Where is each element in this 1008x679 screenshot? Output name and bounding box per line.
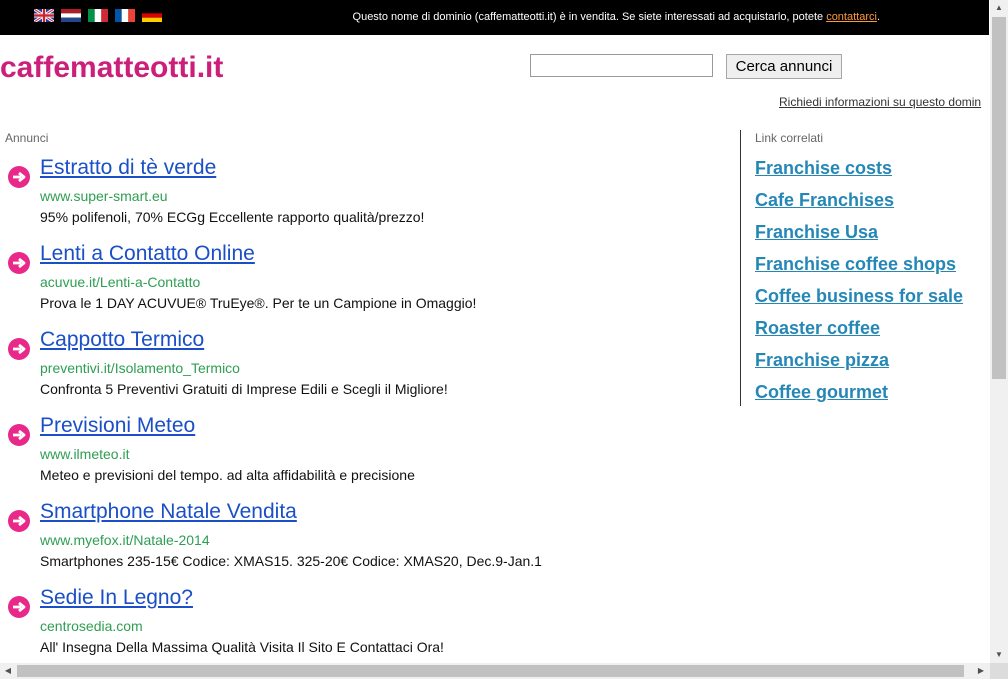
top-bar: Questo nome di dominio (caffematteotti.i…: [0, 0, 989, 35]
related-link[interactable]: Cafe Franchises: [755, 190, 963, 222]
arrow-right-icon: [8, 252, 30, 274]
ad-description: Prova le 1 DAY ACUVUE® TruEye®. Per te u…: [40, 295, 477, 311]
ad-item: Sedie In Legno? centrosedia.com All' Ins…: [0, 586, 720, 672]
scroll-up-icon[interactable]: ▲: [990, 0, 1008, 16]
horizontal-scroll-thumb[interactable]: [17, 665, 964, 677]
vertical-scrollbar[interactable]: ▲ ▼: [990, 0, 1008, 663]
ad-description: 95% polifenoli, 70% ECGg Eccellente rapp…: [40, 209, 425, 225]
column-divider: [740, 130, 741, 406]
related-link[interactable]: Coffee business for sale: [755, 286, 963, 318]
ad-item: Lenti a Contatto Online acuvue.it/Lenti-…: [0, 242, 720, 328]
netherlands-flag-icon[interactable]: [61, 9, 81, 22]
domain-sale-text-end: .: [876, 11, 880, 23]
ad-title-link[interactable]: Cappotto Termico: [40, 328, 204, 352]
ad-url[interactable]: centrosedia.com: [40, 618, 143, 634]
ad-url[interactable]: acuvue.it/Lenti-a-Contatto: [40, 274, 200, 290]
ad-item: Estratto di tè verde www.super-smart.eu …: [0, 156, 720, 242]
germany-flag-icon[interactable]: [142, 9, 162, 22]
ad-description: Meteo e previsioni del tempo. ad alta af…: [40, 467, 415, 483]
ad-item: Cappotto Termico preventivi.it/Isolament…: [0, 328, 720, 414]
arrow-right-icon: [8, 596, 30, 618]
ad-title-link[interactable]: Lenti a Contatto Online: [40, 242, 255, 266]
ad-url[interactable]: www.myefox.it/Natale-2014: [40, 532, 210, 548]
ad-title-link[interactable]: Smartphone Natale Vendita: [40, 500, 297, 524]
ad-url[interactable]: www.super-smart.eu: [40, 188, 168, 204]
ad-url[interactable]: www.ilmeteo.it: [40, 446, 129, 462]
domain-sale-text: Questo nome di dominio (caffematteotti.i…: [352, 11, 827, 23]
related-link[interactable]: Franchise pizza: [755, 350, 963, 382]
arrow-right-icon: [8, 510, 30, 532]
scroll-left-icon[interactable]: ◀: [0, 663, 16, 679]
italy-flag-icon[interactable]: [88, 9, 108, 22]
horizontal-scrollbar[interactable]: ◀ ▶: [0, 663, 990, 679]
scroll-right-icon[interactable]: ▶: [973, 663, 989, 679]
france-flag-icon[interactable]: [115, 9, 135, 22]
related-link[interactable]: Franchise costs: [755, 158, 963, 190]
ad-item: Smartphone Natale Vendita www.myefox.it/…: [0, 500, 720, 586]
ad-url[interactable]: preventivi.it/Isolamento_Termico: [40, 360, 240, 376]
related-link[interactable]: Franchise coffee shops: [755, 254, 963, 286]
domain-sale-message: Questo nome di dominio (caffematteotti.i…: [353, 11, 880, 23]
ads-heading: Annunci: [5, 131, 49, 145]
related-link[interactable]: Roaster coffee: [755, 318, 963, 350]
arrow-right-icon: [8, 338, 30, 360]
related-link[interactable]: Coffee gourmet: [755, 382, 963, 414]
ad-description: Confronta 5 Preventivi Gratuiti di Impre…: [40, 381, 448, 397]
ad-title-link[interactable]: Previsioni Meteo: [40, 414, 195, 438]
search-ads-button[interactable]: Cerca annunci: [726, 54, 842, 79]
arrow-right-icon: [8, 424, 30, 446]
ad-description: Smartphones 235-15€ Codice: XMAS15. 325-…: [40, 553, 542, 569]
ad-title-link[interactable]: Sedie In Legno?: [40, 586, 193, 610]
scrollbar-corner: [990, 663, 1008, 679]
ad-item: Previsioni Meteo www.ilmeteo.it Meteo e …: [0, 414, 720, 500]
ad-description: All' Insegna Della Massima Qualità Visit…: [40, 639, 444, 655]
search-input[interactable]: [530, 54, 713, 77]
uk-flag-icon[interactable]: [34, 9, 54, 22]
contact-link[interactable]: contattarci: [826, 11, 877, 23]
related-links-heading: Link correlati: [755, 131, 824, 145]
arrow-right-icon: [8, 166, 30, 188]
domain-info-link[interactable]: Richiedi informazioni su questo domin: [779, 95, 990, 109]
language-flags: [34, 9, 162, 22]
site-title: caffematteotti.it: [0, 51, 224, 84]
vertical-scroll-thumb[interactable]: [992, 17, 1006, 379]
scroll-down-icon[interactable]: ▼: [990, 647, 1008, 663]
related-link[interactable]: Franchise Usa: [755, 222, 963, 254]
related-links-list: Franchise costs Cafe Franchises Franchis…: [755, 158, 963, 414]
ad-title-link[interactable]: Estratto di tè verde: [40, 156, 216, 180]
